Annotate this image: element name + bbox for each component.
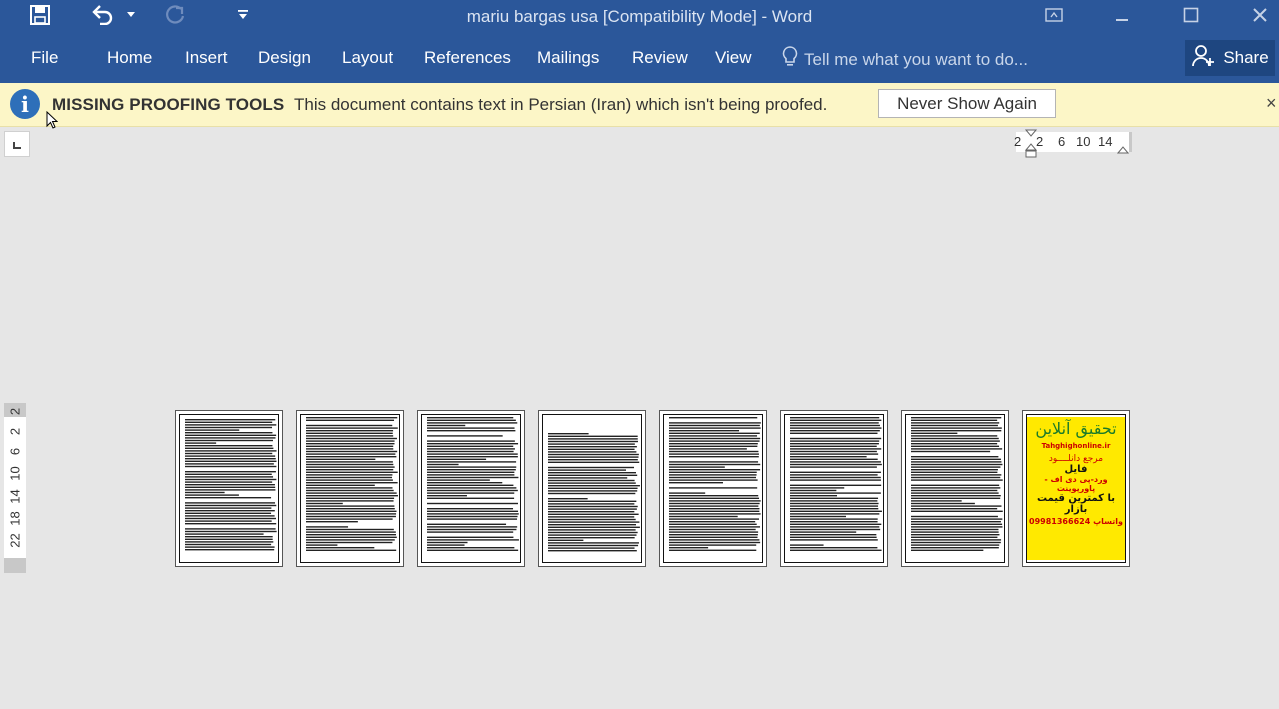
share-label: Share <box>1223 48 1269 67</box>
tab-mailings[interactable]: Mailings <box>537 48 599 68</box>
first-line-indent-marker[interactable] <box>1024 129 1038 164</box>
ruler-label: 14 <box>7 489 23 504</box>
ruler-label: 22 <box>7 533 23 548</box>
ruler-label: 2 <box>7 427 23 436</box>
ruler-margin <box>1129 132 1132 152</box>
horizontal-ruler[interactable]: 2 2 6 10 14 <box>1014 129 1132 158</box>
tab-review[interactable]: Review <box>632 48 688 68</box>
ruler-label: 10 <box>1076 134 1091 149</box>
ruler-label: 6 <box>7 447 23 456</box>
ad-phone: 09981366624 <box>1029 517 1091 526</box>
undo-dropdown-icon[interactable] <box>124 0 138 30</box>
vertical-ruler[interactable]: 2 2 6 10 14 18 22 <box>4 403 26 573</box>
ad-banner: تحقیق آنلاین Tahghighonline.ir مرجع دانل… <box>1027 417 1125 560</box>
window-title: mariu bargas usa [Compatibility Mode] - … <box>466 7 813 26</box>
right-indent-marker[interactable] <box>1116 141 1130 160</box>
title-bar: mariu bargas usa [Compatibility Mode] - … <box>0 0 1279 36</box>
tell-me-placeholder: Tell me what you want to do... <box>804 49 1028 69</box>
ruler-label: 2 <box>1014 134 1022 149</box>
message-text: This document contains text in Persian (… <box>294 95 828 114</box>
ruler-label: 2 <box>1036 134 1044 149</box>
ruler-label: 14 <box>1098 134 1113 149</box>
mouse-cursor-icon <box>46 110 59 134</box>
ruler-label: 18 <box>7 511 23 526</box>
tab-stop-selector[interactable] <box>4 131 30 157</box>
page-thumbnail[interactable] <box>417 410 525 567</box>
ruler-label: 2 <box>7 407 23 416</box>
customize-qat-icon[interactable] <box>234 0 252 30</box>
never-show-again-button[interactable]: Never Show Again <box>878 89 1056 118</box>
ribbon-tab-bar: File Home Insert Design Layout Reference… <box>0 36 1279 83</box>
save-icon[interactable] <box>24 0 56 30</box>
message-title: MISSING PROOFING TOOLS <box>52 95 285 114</box>
page-thumbnail[interactable] <box>538 410 646 567</box>
share-person-icon <box>1191 44 1215 73</box>
ad-line1: مرجع دانلــــود <box>1048 454 1104 464</box>
tab-home[interactable]: Home <box>107 48 152 68</box>
message-bar: i MISSING PROOFING TOOLS This document c… <box>0 83 1279 127</box>
ad-line3: ورد-پی دی اف - پاورپوینت <box>1044 475 1108 493</box>
ruler-label: 6 <box>1058 134 1066 149</box>
ribbon-display-options-icon[interactable] <box>1031 0 1077 30</box>
maximize-icon[interactable] <box>1168 0 1214 30</box>
ad-heading: تحقیق آنلاین <box>1035 419 1117 438</box>
ad-phone-label: واتساپ <box>1093 517 1123 526</box>
tab-layout[interactable]: Layout <box>342 48 393 68</box>
info-icon: i <box>10 89 40 119</box>
page-thumbnail[interactable] <box>780 410 888 567</box>
redo-icon[interactable] <box>160 0 190 30</box>
close-message-icon[interactable]: × <box>1266 93 1277 114</box>
share-button[interactable]: Share <box>1185 40 1275 76</box>
tell-me-box[interactable]: Tell me what you want to do... <box>782 46 1028 73</box>
tab-design[interactable]: Design <box>258 48 311 68</box>
ad-site: Tahghighonline.ir <box>1041 442 1111 450</box>
tab-references[interactable]: References <box>424 48 511 68</box>
page-thumbnail[interactable] <box>296 410 404 567</box>
ad-line4: با کمترین قیمت بازار <box>1037 493 1115 515</box>
ad-line2: فایل <box>1064 464 1088 475</box>
ruler-label: 10 <box>7 466 23 481</box>
close-window-icon[interactable] <box>1237 0 1279 30</box>
tab-view[interactable]: View <box>715 48 752 68</box>
tab-file[interactable]: File <box>31 48 58 68</box>
page-thumbnail-ad[interactable]: تحقیق آنلاین Tahghighonline.ir مرجع دانل… <box>1022 410 1130 567</box>
page-thumbnail[interactable] <box>901 410 1009 567</box>
page-thumbnail[interactable] <box>175 410 283 567</box>
minimize-icon[interactable] <box>1099 0 1145 30</box>
page-thumbnail[interactable] <box>659 410 767 567</box>
tab-insert[interactable]: Insert <box>185 48 228 68</box>
undo-icon[interactable] <box>88 0 118 30</box>
lightbulb-icon <box>782 46 798 73</box>
